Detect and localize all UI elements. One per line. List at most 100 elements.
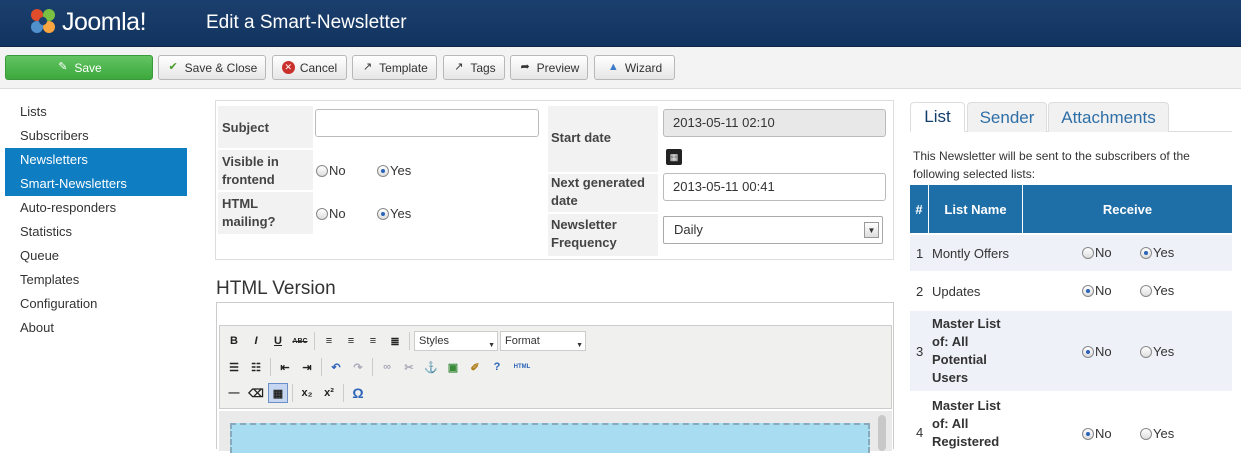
horizontal-rule-icon[interactable]: — <box>224 383 244 403</box>
eraser-icon[interactable]: ⌫ <box>246 383 266 403</box>
bold-icon[interactable]: B <box>224 331 244 351</box>
align-left-icon[interactable]: ≡ <box>319 331 339 351</box>
strikethrough-icon[interactable]: ABC <box>290 331 310 351</box>
visible-frontend-label: Visible in frontend <box>222 154 279 187</box>
anchor-icon[interactable]: ⚓ <box>421 357 441 377</box>
italic-icon[interactable]: I <box>246 331 266 351</box>
row-list-name: Master List of: All Potential Users <box>932 316 1001 385</box>
sidebar-item-newsletters[interactable]: Newsletters <box>5 148 187 172</box>
table-row: 1 Montly Offers No Yes <box>910 235 1232 271</box>
receive-yes-label: Yes <box>1153 283 1175 298</box>
sidebar-item-smart-newsletters[interactable]: Smart-Newsletters <box>5 172 187 196</box>
align-justify-icon[interactable]: ≣ <box>385 331 405 351</box>
receive-no-radio[interactable]: No <box>1082 245 1112 260</box>
table-row: 3 Master List of: All Potential Users No… <box>910 311 1232 391</box>
app-header: Joomla! Edit a Smart-Newsletter <box>0 0 1241 47</box>
col-header-receive: Receive <box>1023 185 1232 233</box>
sidebar-item-auto-responders[interactable]: Auto-responders <box>5 196 187 220</box>
underline-icon[interactable]: U <box>268 331 288 351</box>
row-list-name: Master List of: All Registered <box>932 398 1001 449</box>
editor-content-area[interactable] <box>219 411 892 453</box>
start-date-label: Start date <box>551 130 611 145</box>
tab-sender[interactable]: Sender <box>967 102 1047 132</box>
separator <box>372 358 373 376</box>
receive-yes-radio[interactable]: Yes <box>1140 426 1174 441</box>
save-button[interactable]: ✎ Save <box>5 55 153 80</box>
start-date-input[interactable]: 2013-05-11 02:10 <box>663 109 886 137</box>
share-arrow-icon: ➦ <box>520 61 530 73</box>
save-close-label: Save & Close <box>184 60 258 75</box>
receive-yes-radio[interactable]: Yes <box>1140 245 1174 260</box>
template-button[interactable]: ↗ Template <box>352 55 437 80</box>
wizard-hat-icon: ▲ <box>607 61 619 73</box>
special-char-icon[interactable]: Ω <box>348 383 368 403</box>
link-icon[interactable]: ∞ <box>377 357 397 377</box>
receive-yes-radio[interactable]: Yes <box>1140 344 1174 359</box>
sidebar-nav: Lists Subscribers Newsletters Smart-News… <box>5 100 187 340</box>
html-yes-radio[interactable]: Yes <box>377 206 411 221</box>
tags-label: Tags <box>470 60 496 75</box>
html-source-icon[interactable]: HTML <box>509 357 535 377</box>
sidebar-item-lists[interactable]: Lists <box>5 100 187 124</box>
frequency-select[interactable]: Daily ▼ <box>663 216 883 244</box>
wizard-button[interactable]: ▲ Wizard <box>594 55 675 80</box>
visible-yes-radio[interactable]: Yes <box>377 163 411 178</box>
cancel-button[interactable]: ✕ Cancel <box>272 55 347 80</box>
align-center-icon[interactable]: ≡ <box>341 331 361 351</box>
superscript-icon[interactable]: x² <box>319 383 339 403</box>
frequency-label: Newsletter Frequency <box>551 217 617 250</box>
unlink-icon[interactable]: ✂ <box>399 357 419 377</box>
align-right-icon[interactable]: ≡ <box>363 331 383 351</box>
outdent-icon[interactable]: ⇤ <box>275 357 295 377</box>
table-row: 2 Updates No Yes <box>910 273 1232 309</box>
sidebar-item-about[interactable]: About <box>5 316 187 340</box>
tab-attachments[interactable]: Attachments <box>1048 102 1169 132</box>
radio-icon <box>1140 246 1152 259</box>
html-editor: B I U ABC ≡ ≡ ≡ ≣ Styles ▼ Format ▼ ☰ ☷ … <box>216 302 894 453</box>
subscript-icon[interactable]: x₂ <box>297 383 317 403</box>
radio-no-icon <box>316 207 328 220</box>
bullet-list-icon[interactable]: ☰ <box>224 357 244 377</box>
sidebar-item-configuration[interactable]: Configuration <box>5 292 187 316</box>
table-icon[interactable]: ▦ <box>268 383 288 403</box>
image-icon[interactable]: ▣ <box>443 357 463 377</box>
save-close-button[interactable]: ✔ Save & Close <box>158 55 266 80</box>
receive-yes-radio[interactable]: Yes <box>1140 283 1174 298</box>
html-mailing-label: HTML mailing? <box>222 196 276 229</box>
receive-no-radio[interactable]: No <box>1082 283 1112 298</box>
row-num: 4 <box>916 425 924 440</box>
radio-yes-icon <box>377 164 389 177</box>
undo-icon[interactable]: ↶ <box>326 357 346 377</box>
wizard-label: Wizard <box>624 60 663 75</box>
editor-scrollbar[interactable] <box>878 415 886 451</box>
receive-yes-label: Yes <box>1153 245 1175 260</box>
html-no-radio[interactable]: No <box>316 206 346 221</box>
radio-icon <box>1082 246 1094 259</box>
redo-icon[interactable]: ↷ <box>348 357 368 377</box>
external-edit-icon: ↗ <box>363 61 373 73</box>
calendar-icon[interactable]: ▦ <box>666 149 682 165</box>
sidebar-item-statistics[interactable]: Statistics <box>5 220 187 244</box>
tab-list[interactable]: List <box>910 102 965 132</box>
sidebar-item-templates[interactable]: Templates <box>5 268 187 292</box>
indent-icon[interactable]: ⇥ <box>297 357 317 377</box>
tags-button[interactable]: ↗ Tags <box>443 55 505 80</box>
format-select[interactable]: Format ▼ <box>500 331 586 351</box>
separator <box>343 384 344 402</box>
next-generated-input[interactable]: 2013-05-11 00:41 <box>663 173 886 201</box>
help-icon[interactable]: ? <box>487 357 507 377</box>
receive-no-radio[interactable]: No <box>1082 344 1112 359</box>
sidebar-item-queue[interactable]: Queue <box>5 244 187 268</box>
subject-input[interactable] <box>315 109 539 137</box>
joomla-logo[interactable]: Joomla! <box>28 6 178 40</box>
radio-icon <box>1140 345 1152 358</box>
styles-select[interactable]: Styles ▼ <box>414 331 498 351</box>
subject-label: Subject <box>222 120 269 135</box>
cleanup-brush-icon[interactable]: ✐ <box>465 357 485 377</box>
numbered-list-icon[interactable]: ☷ <box>246 357 266 377</box>
sidebar-item-subscribers[interactable]: Subscribers <box>5 124 187 148</box>
visible-yes-label: Yes <box>390 163 412 178</box>
receive-no-radio[interactable]: No <box>1082 426 1112 441</box>
visible-no-radio[interactable]: No <box>316 163 346 178</box>
preview-button[interactable]: ➦ Preview <box>510 55 588 80</box>
